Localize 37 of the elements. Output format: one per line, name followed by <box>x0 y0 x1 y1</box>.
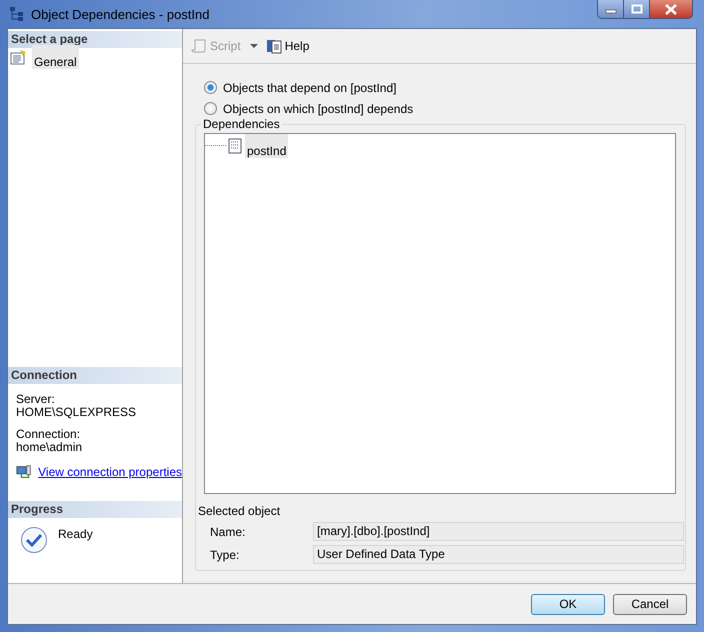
connection-properties-link[interactable]: View connection properties <box>38 465 182 479</box>
group-label: Dependencies <box>201 117 282 131</box>
tree-item[interactable]: postInd <box>245 134 288 158</box>
close-button[interactable] <box>649 0 692 18</box>
close-icon <box>664 4 678 14</box>
section-header: Connection <box>8 367 182 384</box>
section-label: Selected object <box>198 504 282 518</box>
option-label: Objects on which [postInd] depends <box>223 102 414 116</box>
minimize-button[interactable] <box>598 0 623 18</box>
page-item[interactable]: General <box>32 44 79 68</box>
field-label: Type: <box>209 548 240 562</box>
ok-button[interactable]: OK <box>531 594 605 614</box>
maximize-icon <box>630 4 642 14</box>
data-type-icon <box>227 138 243 154</box>
field-label: Connection: <box>16 428 82 441</box>
field-label: Name: <box>209 524 246 538</box>
maximize-button[interactable] <box>623 0 649 18</box>
readonly-field[interactable]: User Defined Data Type <box>313 545 684 564</box>
help-book-icon <box>266 38 282 54</box>
readonly-field[interactable]: [mary].[dbo].[postInd] <box>313 522 684 541</box>
section-header: Progress <box>8 501 182 518</box>
cancel-button[interactable]: Cancel <box>613 594 687 614</box>
computer-icon <box>16 464 32 480</box>
window-title: Object Dependencies - postInd <box>31 6 210 22</box>
scroll-icon <box>191 38 207 54</box>
tree-icon <box>9 6 25 22</box>
radio-button[interactable] <box>204 81 217 94</box>
help-button[interactable]: Help <box>266 38 310 54</box>
field-value: HOME\SQLEXPRESS <box>16 406 138 419</box>
field-label: Server: <box>16 393 56 406</box>
radio-button[interactable] <box>204 102 217 115</box>
field-value: home\admin <box>16 441 84 454</box>
checkmark-icon <box>20 526 48 554</box>
status-text: Ready <box>58 527 93 541</box>
section-header: Select a page <box>8 31 182 48</box>
caret-icon <box>250 44 258 48</box>
option-label: Objects that depend on [postInd] <box>223 80 396 94</box>
